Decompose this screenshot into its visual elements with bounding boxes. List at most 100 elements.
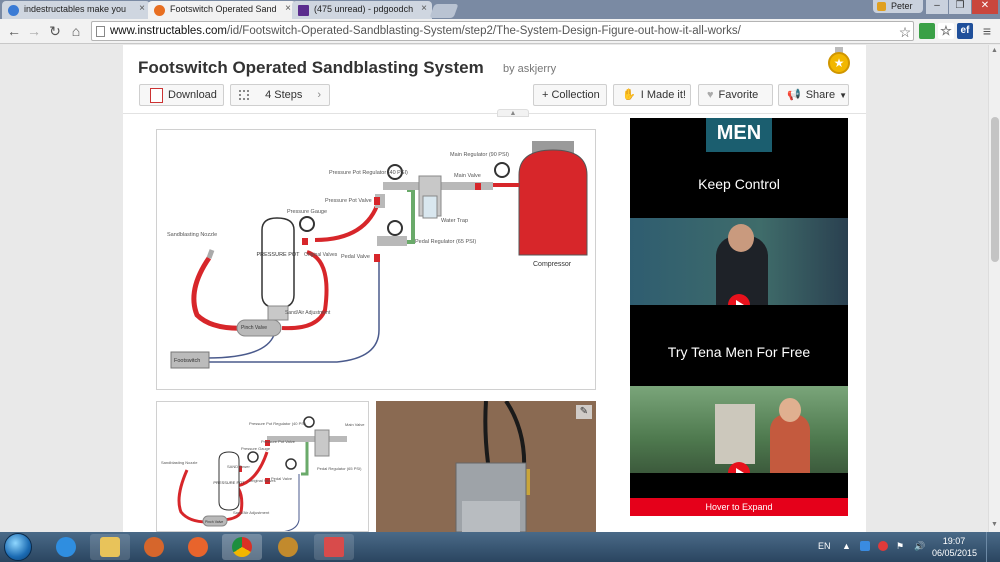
original-valves-label: Original Valves [304,252,338,258]
page-scrollbar[interactable]: ▲ ▼ [988,45,1000,532]
chrome-icon [232,537,252,557]
address-bar[interactable]: www.instructables.com/id/Footswitch-Oper… [91,21,914,41]
nozzle [206,249,215,259]
megaphone-icon: 📢 [787,89,801,102]
monkey-app-icon [278,537,298,557]
steps-label: 4 Steps [265,89,303,101]
tab-label: (475 unread) - pdgoodch [314,4,414,14]
sand-hose [191,256,248,331]
thumb-sand-tower-label: SAND Tower [227,464,250,469]
hover-to-expand-bar[interactable]: Hover to Expand [630,498,848,516]
water-trap [314,429,330,457]
thumb-pinch-valve-label: Pinch Valve [205,520,223,524]
taskbar-monkey-button[interactable] [268,534,308,560]
thumb-pot-valve-label: Pressure Pot Valve [261,439,296,444]
start-button[interactable] [4,533,32,561]
taskbar-ie-button[interactable] [46,534,86,560]
taskbar-app-button[interactable] [134,534,174,560]
extension-image-icon[interactable] [919,23,935,39]
tab-footswitch[interactable]: Footswitch Operated Sand × [148,1,296,19]
pedal-regulator-gauge [387,220,403,236]
share-button[interactable]: 📢 Share ▼ [778,84,849,106]
volume-icon[interactable]: 🔊 [914,541,925,552]
show-desktop-button[interactable] [986,532,1000,562]
ad-video-2[interactable] [630,386,848,473]
tab-strip: indestructables make you × Footswitch Op… [0,0,1000,19]
home-button[interactable]: ⌂ [67,22,85,40]
scrollbar-thumb[interactable] [991,117,999,262]
minimize-button[interactable]: – [926,0,948,14]
footswitch-photo[interactable]: ✎ [376,401,596,532]
ad-headline-2: Try Tena Men For Free [667,344,811,360]
next-arrow-icon[interactable]: › [317,85,321,105]
page-icon [96,26,105,37]
main-diagram-image[interactable]: Main Regulator (90 PSI) Pressure Pot Reg… [156,129,596,390]
collection-label: + Collection [542,89,600,101]
ad-logo: MEN [706,118,772,152]
tray-app-icon[interactable] [860,541,870,551]
chrome-menu-icon[interactable]: ≡ [978,22,996,40]
taskbar-chrome-button[interactable] [222,534,262,560]
ad-fountain [715,404,755,464]
footswitch-label: Footswitch [174,358,200,364]
sand-hose [177,469,208,524]
collapse-toggle-icon[interactable]: ▲ [497,109,529,117]
hand-icon: ✋ [622,89,636,102]
reload-button[interactable]: ↻ [46,22,64,40]
ad-video-1[interactable] [630,218,848,305]
extension-star-icon[interactable]: ☆ [938,23,954,39]
thumb-nozzle-label: Sandblasting Nozzle [161,460,198,465]
pressure-gauge [299,216,315,232]
taskbar-firefox-button[interactable] [178,534,218,560]
tab-gmail[interactable]: (475 unread) - pdgoodch × [292,1,432,19]
page-title: Footswitch Operated Sandblasting System [138,58,484,77]
bookmark-star-icon[interactable]: ☆ [896,23,914,41]
featured-badge: ★ [827,47,851,74]
close-tab-icon[interactable]: × [139,3,145,14]
close-window-button[interactable]: ✕ [972,0,998,14]
extension-ef-icon[interactable]: ef [957,23,973,39]
edit-icon[interactable]: ✎ [576,405,592,419]
back-button[interactable]: ← [5,22,23,40]
url-path: /id/Footswitch-Operated-Sandblasting-Sys… [226,25,741,37]
author-byline[interactable]: by askjerry [503,63,556,75]
taskbar-window-button[interactable] [314,534,354,560]
forward-button[interactable]: → [25,22,43,40]
language-indicator[interactable]: EN [818,541,831,551]
taskbar-explorer-button[interactable] [90,534,130,560]
user-profile-button[interactable]: Peter [873,0,923,13]
grid-icon [239,90,249,101]
tena-advertisement[interactable]: MEN Keep Control Try Tena Men For Free H… [630,118,848,516]
diagram-thumbnail[interactable]: Pressure Pot Regulator (40 PSI) Main Val… [156,401,369,532]
thumb-main-valve-label: Main Valve [345,422,365,427]
restore-button[interactable]: ❐ [949,0,971,14]
download-button[interactable]: Download [139,84,224,106]
medal-star-icon: ★ [828,52,850,74]
internet-explorer-icon [56,537,76,557]
pedal-valve-label: Pedal Valve [341,254,370,260]
new-tab-button[interactable] [429,4,459,18]
show-hidden-icons-icon[interactable]: ▲ [842,541,851,551]
scroll-up-icon[interactable]: ▲ [991,47,998,54]
gauge [285,458,297,470]
favorite-button[interactable]: ♥ Favorite [698,84,773,106]
compressor-label: Compressor [533,261,572,268]
gauge [247,451,259,463]
ad-headline-1: Keep Control [698,176,780,192]
main-valve-handle [475,183,481,190]
collection-button[interactable]: + Collection [533,84,607,106]
pot-regulator-label: Pressure Pot Regulator (40 PSI) [329,170,408,176]
close-tab-icon[interactable]: × [285,3,291,14]
compressor-tank [518,149,588,256]
steps-button[interactable]: 4 Steps › [230,84,330,106]
url-domain: www.instructables.com [110,25,227,37]
flag-icon[interactable]: ⚑ [896,541,904,552]
tab-indestructables[interactable]: indestructables make you × [2,1,150,19]
system-clock[interactable]: 19:07 06/05/2015 [932,535,977,559]
network-icon[interactable] [878,541,888,551]
close-tab-icon[interactable]: × [421,3,427,14]
i-made-it-button[interactable]: ✋ I Made it! [613,84,691,106]
scroll-down-icon[interactable]: ▼ [991,521,998,528]
pedal-line [405,188,415,244]
divider [123,113,866,114]
